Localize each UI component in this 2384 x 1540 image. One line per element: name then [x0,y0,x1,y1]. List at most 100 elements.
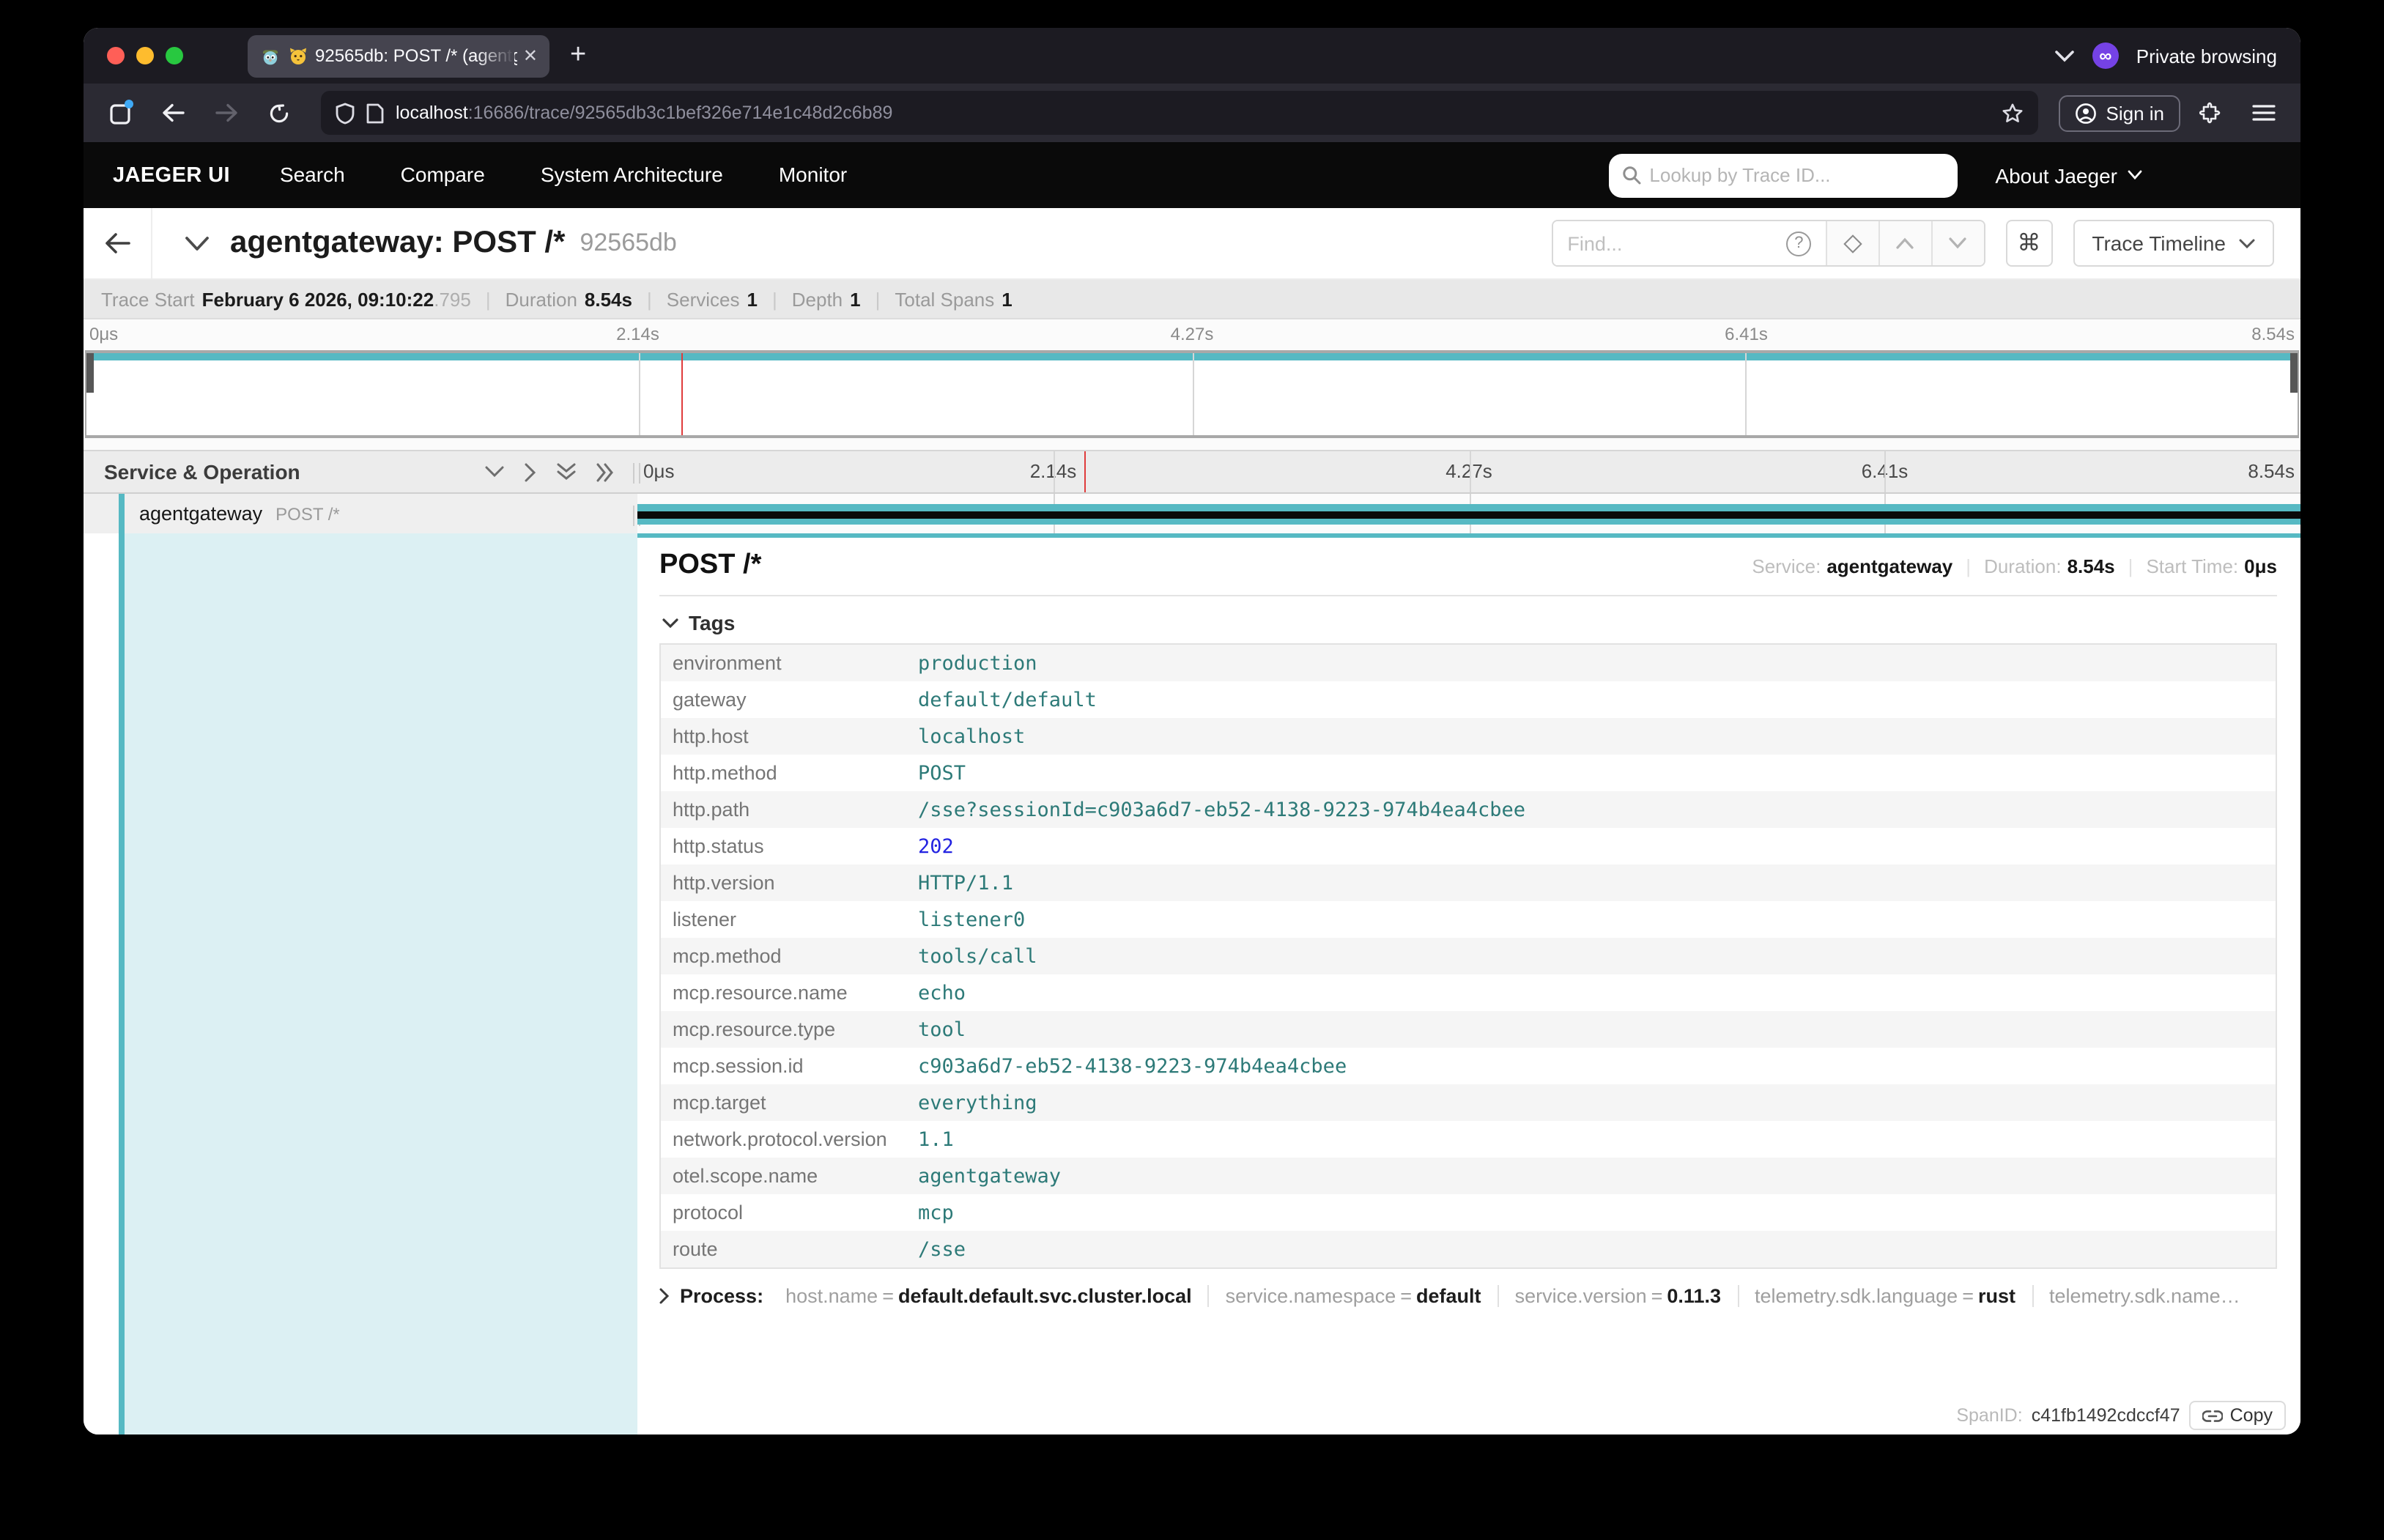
url-bar[interactable]: localhost:16686/trace/92565db3c1bef326e7… [321,91,2039,135]
tag-key: route [660,1231,906,1268]
reload-button[interactable] [256,92,300,133]
find-group: ? [1551,220,1985,267]
browser-window: 92565db: POST /* (agentgate ✕ + ∞ Privat… [84,28,2300,1435]
tag-value: localhost [906,718,2276,755]
bookmark-star-icon[interactable] [2002,102,2024,124]
jaeger-brand[interactable]: JAEGER UI [113,163,230,187]
tag-value: agentgateway [906,1158,2276,1194]
copy-span-link-button[interactable]: Copy [2189,1401,2286,1430]
minimap-left-drag-handle[interactable] [86,353,94,393]
tick-label: 6.41s [1725,324,1768,344]
expand-all-double-chevron-icon[interactable] [596,462,614,481]
chevron-down-icon [662,618,678,628]
extensions-puzzle-icon[interactable] [2189,92,2233,133]
span-service-name: agentgateway [139,503,262,525]
desktop: 92565db: POST /* (agentgate ✕ + ∞ Privat… [0,0,2384,1540]
tag-value: production [906,644,2276,681]
shield-icon[interactable] [336,102,355,124]
tag-row[interactable]: gatewaydefault/default [660,681,2276,718]
span-row[interactable]: agentgateway POST /* [84,494,2300,533]
help-icon: ? [1786,231,1811,256]
timeline-minimap[interactable] [85,350,2299,438]
firefox-view-icon[interactable] [98,92,142,133]
tag-row[interactable]: mcp.methodtools/call [660,938,2276,974]
find-help-button[interactable]: ? [1772,221,1825,265]
private-browsing-mask-icon: ∞ [2092,42,2119,69]
nav-item-compare[interactable]: Compare [401,162,485,185]
duration-value: 8.54s [2068,555,2115,577]
new-tab-button[interactable]: + [570,40,586,72]
tag-row[interactable]: mcp.targeteverything [660,1084,2276,1121]
back-to-search-button[interactable] [84,208,152,278]
process-item: telemetry.sdk.language=rust [1737,1285,2032,1307]
tag-row[interactable]: protocolmcp [660,1194,2276,1231]
trace-start-label: Trace Start [101,288,195,310]
span-operation-name: POST /* [275,503,340,524]
back-button[interactable] [151,92,195,133]
sign-in-button[interactable]: Sign in [2059,95,2181,131]
collapse-all-double-chevron-icon[interactable] [557,463,576,481]
prev-result-button[interactable] [1878,221,1930,265]
minimize-window-button[interactable] [136,47,154,64]
chevron-down-icon [2128,170,2142,180]
tag-row[interactable]: network.protocol.version1.1 [660,1121,2276,1158]
forward-button[interactable] [204,92,248,133]
span-duration-bar[interactable] [637,503,2300,524]
trace-overview: 0μs2.14s4.27s6.41s8.54s [84,319,2300,450]
span-id-label: SpanID: [1956,1405,2022,1426]
tag-row[interactable]: environmentproduction [660,644,2276,681]
close-window-button[interactable] [107,47,125,64]
tag-row[interactable]: http.methodPOST [660,755,2276,791]
tag-row[interactable]: http.status202 [660,828,2276,865]
nav-item-monitor[interactable]: Monitor [779,162,847,185]
browser-toolbar: localhost:16686/trace/92565db3c1bef326e7… [84,84,2300,142]
gridline [1885,451,1887,492]
keyboard-shortcuts-button[interactable]: ⌘ [2005,220,2052,267]
expand-one-chevron-right-icon[interactable] [525,462,536,481]
nav-item-system-architecture[interactable]: System Architecture [541,162,723,185]
tag-value: POST [906,755,2276,791]
tab-list-chevron-icon[interactable] [2054,49,2075,62]
depth-label: Depth [792,288,843,310]
service-operation-label: Service & Operation [104,460,485,484]
tag-row[interactable]: http.path/sse?sessionId=c903a6d7-eb52-41… [660,791,2276,828]
chevron-down-icon [1949,237,1966,249]
nav-item-search[interactable]: Search [280,162,345,185]
menu-hamburger-icon[interactable] [2242,92,2286,133]
page-info-icon[interactable] [366,102,384,124]
trace-id-lookup-input[interactable] [1649,164,1944,186]
tag-row[interactable]: http.hostlocalhost [660,718,2276,755]
selected-span-highlight [125,533,637,1435]
tag-row[interactable]: http.versionHTTP/1.1 [660,865,2276,901]
chevron-right-icon [659,1288,670,1304]
process-row[interactable]: Process: host.name=default.default.svc.c… [659,1285,2277,1307]
focus-span-button[interactable] [1825,221,1878,265]
about-jaeger-menu[interactable]: About Jaeger [1995,163,2142,187]
tag-value: tools/call [906,938,2276,974]
timeline-cursor-line [681,353,683,435]
tag-row[interactable]: mcp.resource.typetool [660,1011,2276,1048]
tag-row[interactable]: mcp.session.idc903a6d7-eb52-4138-9223-97… [660,1048,2276,1084]
trace-view-selector[interactable]: Trace Timeline [2073,220,2274,267]
trace-id-lookup[interactable] [1608,153,1957,197]
span-timeline-cell[interactable] [637,494,2300,533]
zoom-window-button[interactable] [166,47,183,64]
tag-value: 202 [906,828,2276,865]
tag-row[interactable]: route/sse [660,1231,2276,1268]
tags-section-toggle[interactable]: Tags [662,611,2277,634]
process-item: telemetry.sdk.name… [2032,1285,2257,1307]
tag-row[interactable]: otel.scope.nameagentgateway [660,1158,2276,1194]
diamond-focus-icon [1843,234,1862,252]
tab-close-icon[interactable]: ✕ [523,45,538,66]
duration-label: Duration: [1984,555,2062,577]
next-result-button[interactable] [1930,221,1983,265]
start-time-value: 0μs [2244,555,2277,577]
browser-tab[interactable]: 92565db: POST /* (agentgate ✕ [248,34,549,77]
find-input[interactable] [1552,221,1772,265]
tag-value: 1.1 [906,1121,2276,1158]
tag-row[interactable]: mcp.resource.nameecho [660,974,2276,1011]
collapse-all-chevron-down-icon[interactable] [485,466,504,478]
tag-row[interactable]: listenerlistener0 [660,901,2276,938]
collapse-header-chevron-icon[interactable] [185,235,210,251]
minimap-right-drag-handle[interactable] [2290,353,2298,393]
